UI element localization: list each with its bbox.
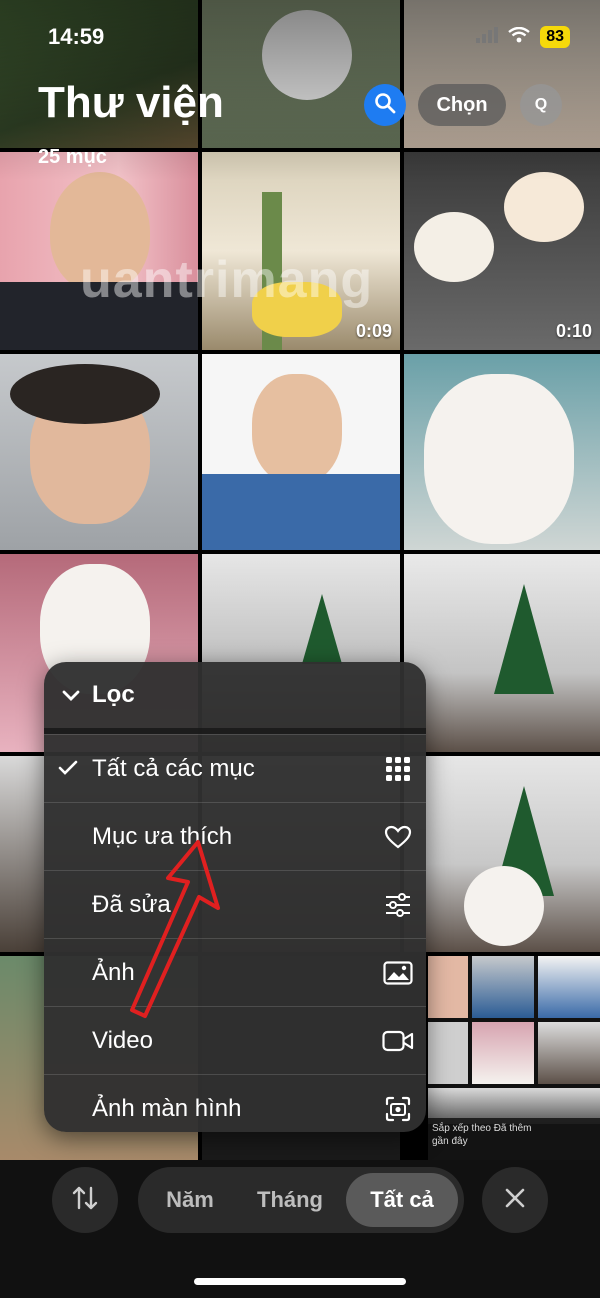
annotation-arrow: [130, 840, 220, 1018]
tab-all[interactable]: Tất cả: [346, 1173, 458, 1227]
tab-years[interactable]: Năm: [146, 1167, 234, 1233]
close-icon: [504, 1187, 526, 1214]
sort-button[interactable]: [52, 1167, 118, 1233]
home-indicator[interactable]: [194, 1278, 406, 1285]
view-segmented-control: Năm Tháng Tất cả: [138, 1167, 464, 1233]
sort-arrows-icon: [71, 1185, 99, 1216]
tab-months[interactable]: Tháng: [240, 1167, 340, 1233]
close-button[interactable]: [482, 1167, 548, 1233]
